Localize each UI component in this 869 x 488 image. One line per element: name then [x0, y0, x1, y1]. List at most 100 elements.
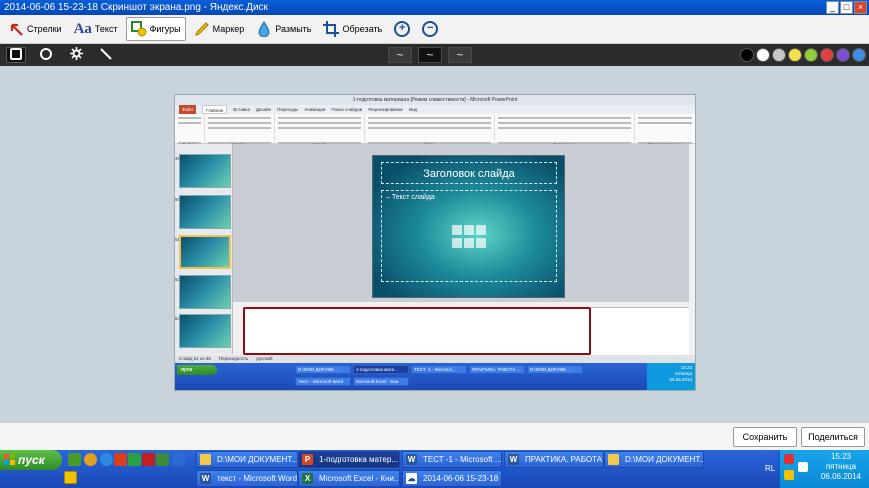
inner-task: ТЕСТ -1 - Microsof...: [411, 365, 467, 374]
status-lang: русский: [256, 356, 273, 361]
volume-icon[interactable]: [798, 462, 808, 472]
stroke-thick-button[interactable]: ~: [448, 47, 472, 63]
inner-task: D:\МОИ ДОКУМЕ...: [527, 365, 583, 374]
ppt-ribbon-tabs: Файл Главная Вставка Дизайн Переходы Ани…: [175, 105, 695, 114]
tool-text[interactable]: Aa Текст: [70, 17, 122, 41]
taskbar-item[interactable]: D:\МОИ ДОКУМЕНТ...: [196, 451, 298, 468]
slide-thumb: [179, 314, 231, 348]
quicklaunch-icon[interactable]: [68, 453, 81, 466]
shape-square-button[interactable]: [6, 47, 26, 63]
ribbon-group-font: Шрифт: [275, 114, 365, 147]
tool-marker[interactable]: Маркер: [190, 17, 249, 41]
tool-arrows-label: Стрелки: [27, 24, 62, 34]
ppt-tab-animation: Анимация: [304, 107, 326, 112]
color-red-swatch[interactable]: [820, 48, 834, 62]
maximize-button[interactable]: □: [840, 1, 853, 14]
zoom-in-button[interactable]: +: [390, 17, 414, 41]
share-button[interactable]: Поделиться: [801, 427, 865, 447]
taskbar-item[interactable]: W ПРАКТИКА. РАБОТА ...: [504, 451, 604, 468]
ppt-ribbon: Буфер обм... Слайды Шрифт Абзац Рисовани…: [175, 114, 695, 152]
app-icon[interactable]: [172, 453, 185, 466]
tool-blur-label: Размыть: [275, 24, 312, 34]
taskbar-item-label: Microsoft Excel - Кни...: [319, 474, 400, 483]
screenshot-image[interactable]: 1-подготовка материала [Режим совместимо…: [174, 94, 696, 391]
ribbon-group-paragraph: Абзац: [365, 114, 495, 147]
editor-toolbar: Стрелки Aa Текст Фигуры Маркер Размыть О…: [0, 15, 869, 44]
taskbar-item[interactable]: D:\МОИ ДОКУМЕНТ...: [604, 451, 704, 468]
circle-icon: [40, 47, 52, 63]
color-yellow-swatch[interactable]: [788, 48, 802, 62]
ppt-tab-insert: Вставка: [233, 107, 250, 112]
line-icon: [100, 47, 112, 63]
slide-body: – Текст слайда: [386, 194, 435, 201]
color-green-swatch[interactable]: [804, 48, 818, 62]
inner-task: D:\МОИ ДОКУМЕ...: [295, 365, 351, 374]
app-icon[interactable]: [156, 453, 169, 466]
ppt-tab-review: Рецензирование: [368, 107, 404, 112]
folder-icon: [608, 454, 619, 465]
drawn-rectangle: [243, 307, 591, 355]
tool-blur[interactable]: Размыть: [252, 17, 315, 41]
word-icon: W: [508, 454, 519, 465]
color-blue-swatch[interactable]: [852, 48, 866, 62]
tool-crop[interactable]: Обрезать: [319, 17, 386, 41]
windows-taskbar: пуск D:\МОИ ДОКУМЕНТ... P 1-подготовка м…: [0, 450, 869, 488]
ppt-status-bar: Слайд 51 из 66 Переходность русский: [175, 355, 695, 363]
slide-thumbnails: 49 50 51 52 53: [175, 144, 233, 354]
start-button[interactable]: пуск: [0, 450, 62, 470]
inner-task: Microsoft Excel - Кни...: [353, 377, 409, 386]
slide-thumb: [179, 275, 231, 309]
taskbar-item[interactable]: X Microsoft Excel - Кни...: [298, 470, 400, 487]
status-slide: Слайд 51 из 66: [179, 356, 211, 361]
ppt-tab-design: Дизайн: [255, 107, 272, 112]
desktop-icon[interactable]: [64, 471, 77, 484]
inner-taskbar: пуск D:\МОИ ДОКУМЕ... 1-подготовка мате.…: [175, 363, 695, 390]
tray-icon[interactable]: [784, 454, 794, 464]
zoom-out-button[interactable]: −: [418, 17, 442, 41]
slide-title: Заголовок слайда: [423, 168, 515, 180]
inner-task: ПРАКТИКА. РАБОТА ...: [469, 365, 525, 374]
taskbar-item[interactable]: P 1-подготовка матер...: [298, 451, 400, 468]
stroke-medium-button[interactable]: ~: [418, 47, 442, 63]
taskbar-item[interactable]: ☁ 2014-06-06 15-23-18 ...: [402, 470, 502, 487]
system-tray: 15:23 пятница 06.06.2014: [779, 450, 869, 488]
shape-gear-button[interactable]: [66, 47, 86, 63]
ppt-tab-file: Файл: [179, 105, 197, 114]
word-icon: W: [200, 473, 211, 484]
stroke-thin-button[interactable]: ~: [388, 47, 412, 63]
opera-icon[interactable]: [114, 453, 127, 466]
tool-text-label: Текст: [94, 24, 118, 34]
taskbar-item-label: D:\МОИ ДОКУМЕНТ...: [217, 455, 298, 464]
color-white-swatch[interactable]: [756, 48, 770, 62]
clock-date: 06.06.2014: [820, 472, 861, 481]
color-purple-swatch[interactable]: [836, 48, 850, 62]
shape-line-button[interactable]: [96, 47, 116, 63]
shape-options-bar: ~ ~ ~: [0, 44, 869, 66]
media-icon[interactable]: [128, 453, 141, 466]
gear-icon: [69, 47, 83, 63]
marker-icon: [194, 21, 210, 37]
minimize-button[interactable]: _: [826, 1, 839, 14]
ie-icon[interactable]: [100, 453, 113, 466]
image-canvas[interactable]: 1-подготовка материала [Режим совместимо…: [0, 66, 869, 422]
browser-icon[interactable]: [84, 453, 97, 466]
close-button[interactable]: ×: [854, 1, 867, 14]
ribbon-group-drawing: Рисование: [495, 114, 635, 147]
zoom-out-icon: −: [422, 21, 439, 37]
tool-arrows[interactable]: Стрелки: [4, 17, 66, 41]
color-black-swatch[interactable]: [740, 48, 754, 62]
tray-icon[interactable]: [784, 470, 794, 480]
save-button[interactable]: Сохранить: [733, 427, 797, 447]
inner-task: 1-подготовка мате...: [353, 365, 409, 374]
app-icon[interactable]: [142, 453, 155, 466]
shape-circle-button[interactable]: [36, 47, 56, 63]
taskbar-item[interactable]: W текст - Microsoft Word: [196, 470, 298, 487]
color-gray-swatch[interactable]: [772, 48, 786, 62]
clock[interactable]: 15:23 пятница 06.06.2014: [821, 452, 861, 482]
tool-shapes[interactable]: Фигуры: [125, 17, 186, 41]
language-indicator[interactable]: RL: [765, 464, 775, 473]
ribbon-group-slides: Слайды: [205, 114, 275, 147]
inner-task: текст - Microsoft Word: [295, 377, 351, 386]
taskbar-item[interactable]: W ТЕСТ -1 - Microsoft ...: [402, 451, 502, 468]
clock-day: пятница: [825, 462, 857, 471]
